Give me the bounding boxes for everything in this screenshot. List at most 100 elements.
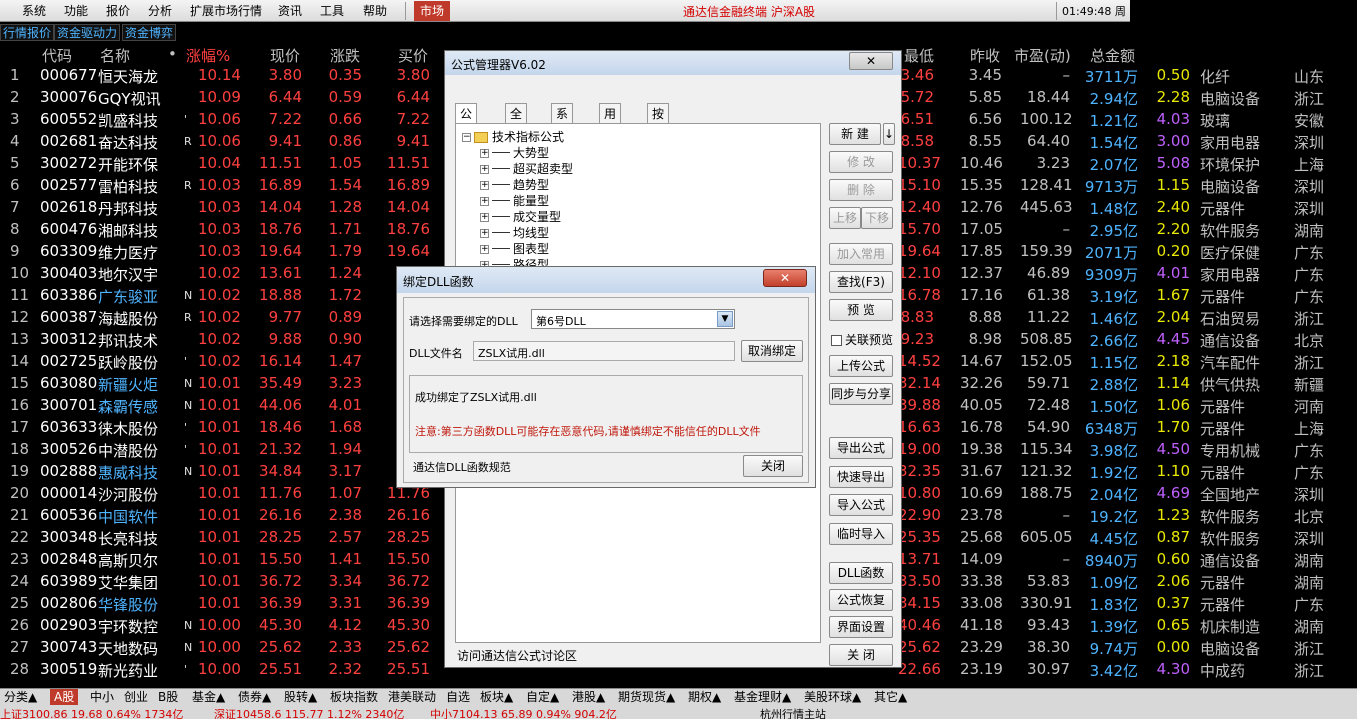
tree-node[interactable]: + 成交量型 xyxy=(480,208,561,225)
move-up-button[interactable]: 上移 xyxy=(829,207,861,229)
forum-link[interactable]: 访问通达信公式讨论区 xyxy=(457,647,577,664)
status-server[interactable]: 杭州行情主站 xyxy=(760,706,826,719)
bottom-tab[interactable]: 基金▲ xyxy=(192,689,225,705)
formula-manager-close-button[interactable]: ✕ xyxy=(849,52,893,70)
dll-file-field[interactable]: ZSLX试用.dll xyxy=(473,341,735,361)
dll-close-button[interactable]: 关闭 xyxy=(743,455,803,477)
chevron-down-icon[interactable]: ▼ xyxy=(717,311,733,327)
bottom-tab[interactable]: 股转▲ xyxy=(284,689,317,705)
change-pct: 10.01 xyxy=(198,396,241,414)
total-amount: 2.04亿 xyxy=(1089,486,1138,504)
expand-icon[interactable]: + xyxy=(480,245,489,254)
col-buy[interactable]: 买价 xyxy=(398,45,428,66)
tab-system[interactable]: 系统 xyxy=(551,103,574,141)
tree-node[interactable]: + 大势型 xyxy=(480,144,549,161)
upload-button[interactable]: 上传公式 xyxy=(829,355,893,377)
tab-user[interactable]: 用户 xyxy=(599,103,622,141)
col-chg[interactable]: 涨跌 xyxy=(330,45,360,66)
find-button[interactable]: 查找(F3) xyxy=(829,271,893,293)
bottom-tab[interactable]: 期货现货▲ xyxy=(618,689,675,705)
menu-news[interactable]: 资讯 xyxy=(278,3,302,19)
tree-node[interactable]: + 均线型 xyxy=(480,224,549,241)
bottom-tab[interactable]: 港美联动 xyxy=(388,689,436,705)
bottom-tab[interactable]: 美股环球▲ xyxy=(804,689,861,705)
bottom-tab[interactable]: A股 xyxy=(50,689,79,705)
menu-analysis[interactable]: 分析 xyxy=(148,3,172,19)
tree-root[interactable]: − 技术指标公式 xyxy=(462,128,564,145)
col-pct[interactable]: 涨幅% xyxy=(186,45,230,66)
row-number: 18 xyxy=(10,440,30,458)
dll-spec-link[interactable]: 通达信DLL函数规范 xyxy=(413,459,511,475)
market-tab[interactable]: 市场 xyxy=(414,1,450,21)
menu-quote[interactable]: 报价 xyxy=(106,3,130,19)
tab-by-frequency[interactable]: 按日期频度 xyxy=(647,103,670,201)
expand-icon[interactable]: + xyxy=(480,197,489,206)
total-amount: 1.09亿 xyxy=(1089,574,1138,592)
tree-node[interactable]: + 能量型 xyxy=(480,192,549,209)
expand-icon[interactable]: + xyxy=(480,213,489,222)
col-pe[interactable]: 市盈(动) xyxy=(1014,45,1071,66)
delete-button[interactable]: 删 除 xyxy=(829,179,893,201)
tree-node[interactable]: + 图表型 xyxy=(480,240,549,257)
bottom-tab[interactable]: 创业 xyxy=(124,689,148,705)
tab-capital-game[interactable]: 资金博弈 xyxy=(122,24,177,41)
current-price: 21.32 xyxy=(259,440,302,458)
sync-share-button[interactable]: 同步与分享 xyxy=(829,383,893,405)
export-button[interactable]: 导出公式 xyxy=(829,437,893,459)
expand-icon[interactable]: + xyxy=(480,229,489,238)
bottom-tab[interactable]: 板块指数 xyxy=(330,689,378,705)
modify-button[interactable]: 修 改 xyxy=(829,151,893,173)
move-down-button[interactable]: 下移 xyxy=(861,207,893,229)
new-button[interactable]: 新 建 xyxy=(829,123,881,145)
dll-function-button[interactable]: DLL函数 xyxy=(829,562,893,584)
col-prev[interactable]: 昨收 xyxy=(970,45,1000,66)
col-name[interactable]: 名称 xyxy=(100,45,130,66)
dll-dialog-close-icon[interactable]: ✕ xyxy=(763,269,807,287)
new-dropdown-button[interactable]: ↓ xyxy=(883,123,895,145)
current-price: 18.88 xyxy=(259,286,302,304)
bottom-tab[interactable]: 分类▲ xyxy=(4,689,37,705)
add-common-button[interactable]: 加入常用 xyxy=(829,243,893,265)
bottom-tab[interactable]: 债券▲ xyxy=(238,689,271,705)
bottom-tab[interactable]: 板块▲ xyxy=(480,689,513,705)
bottom-tab[interactable]: 自定▲ xyxy=(526,689,559,705)
col-price[interactable]: 现价 xyxy=(270,45,300,66)
tab-capital-drive[interactable]: 资金驱动力 xyxy=(54,24,121,41)
bottom-tab[interactable]: 港股▲ xyxy=(572,689,605,705)
preview-button[interactable]: 预 览 xyxy=(829,299,893,321)
col-low[interactable]: 最低 xyxy=(904,45,934,66)
tab-formula-group[interactable]: 公式组 xyxy=(455,103,478,161)
col-code[interactable]: 代码 xyxy=(42,45,72,66)
tree-node[interactable]: + 超买超卖型 xyxy=(480,160,573,177)
import-button[interactable]: 导入公式 xyxy=(829,494,893,516)
stock-code: 300312 xyxy=(40,330,98,348)
bottom-tab[interactable]: 自选 xyxy=(446,689,470,705)
bottom-tab[interactable]: 中小 xyxy=(90,689,114,705)
bottom-tab[interactable]: B股 xyxy=(158,689,178,705)
formula-close-button[interactable]: 关 闭 xyxy=(829,644,893,666)
checkbox-box[interactable] xyxy=(831,335,842,346)
bottom-tab[interactable]: 基金理财▲ xyxy=(734,689,791,705)
quick-export-button[interactable]: 快速导出 xyxy=(829,466,893,488)
menu-help[interactable]: 帮助 xyxy=(363,3,387,19)
linked-preview-checkbox[interactable]: 关联预览 xyxy=(831,331,893,348)
dll-select[interactable]: 第6号DLL ▼ xyxy=(531,309,735,329)
menu-system[interactable]: 系统 xyxy=(22,3,46,19)
collapse-icon[interactable]: − xyxy=(462,133,471,142)
bottom-tab[interactable]: 期权▲ xyxy=(688,689,721,705)
bottom-tab[interactable]: 其它▲ xyxy=(874,689,907,705)
restore-button[interactable]: 公式恢复 xyxy=(829,589,893,611)
expand-icon[interactable]: + xyxy=(480,165,489,174)
temp-import-button[interactable]: 临时导入 xyxy=(829,523,893,545)
tree-node[interactable]: + 趋势型 xyxy=(480,176,549,193)
col-amount[interactable]: 总金额 xyxy=(1090,45,1135,66)
menu-extended-market[interactable]: 扩展市场行情 xyxy=(190,3,262,19)
expand-icon[interactable]: + xyxy=(480,149,489,158)
ui-settings-button[interactable]: 界面设置 xyxy=(829,616,893,638)
unbind-button[interactable]: 取消绑定 xyxy=(741,340,803,362)
tab-quotes[interactable]: 行情报价 xyxy=(0,24,55,41)
menu-function[interactable]: 功能 xyxy=(64,3,88,19)
expand-icon[interactable]: + xyxy=(480,181,489,190)
menu-tools[interactable]: 工具 xyxy=(320,3,344,19)
tab-all[interactable]: 全部 xyxy=(505,103,528,141)
